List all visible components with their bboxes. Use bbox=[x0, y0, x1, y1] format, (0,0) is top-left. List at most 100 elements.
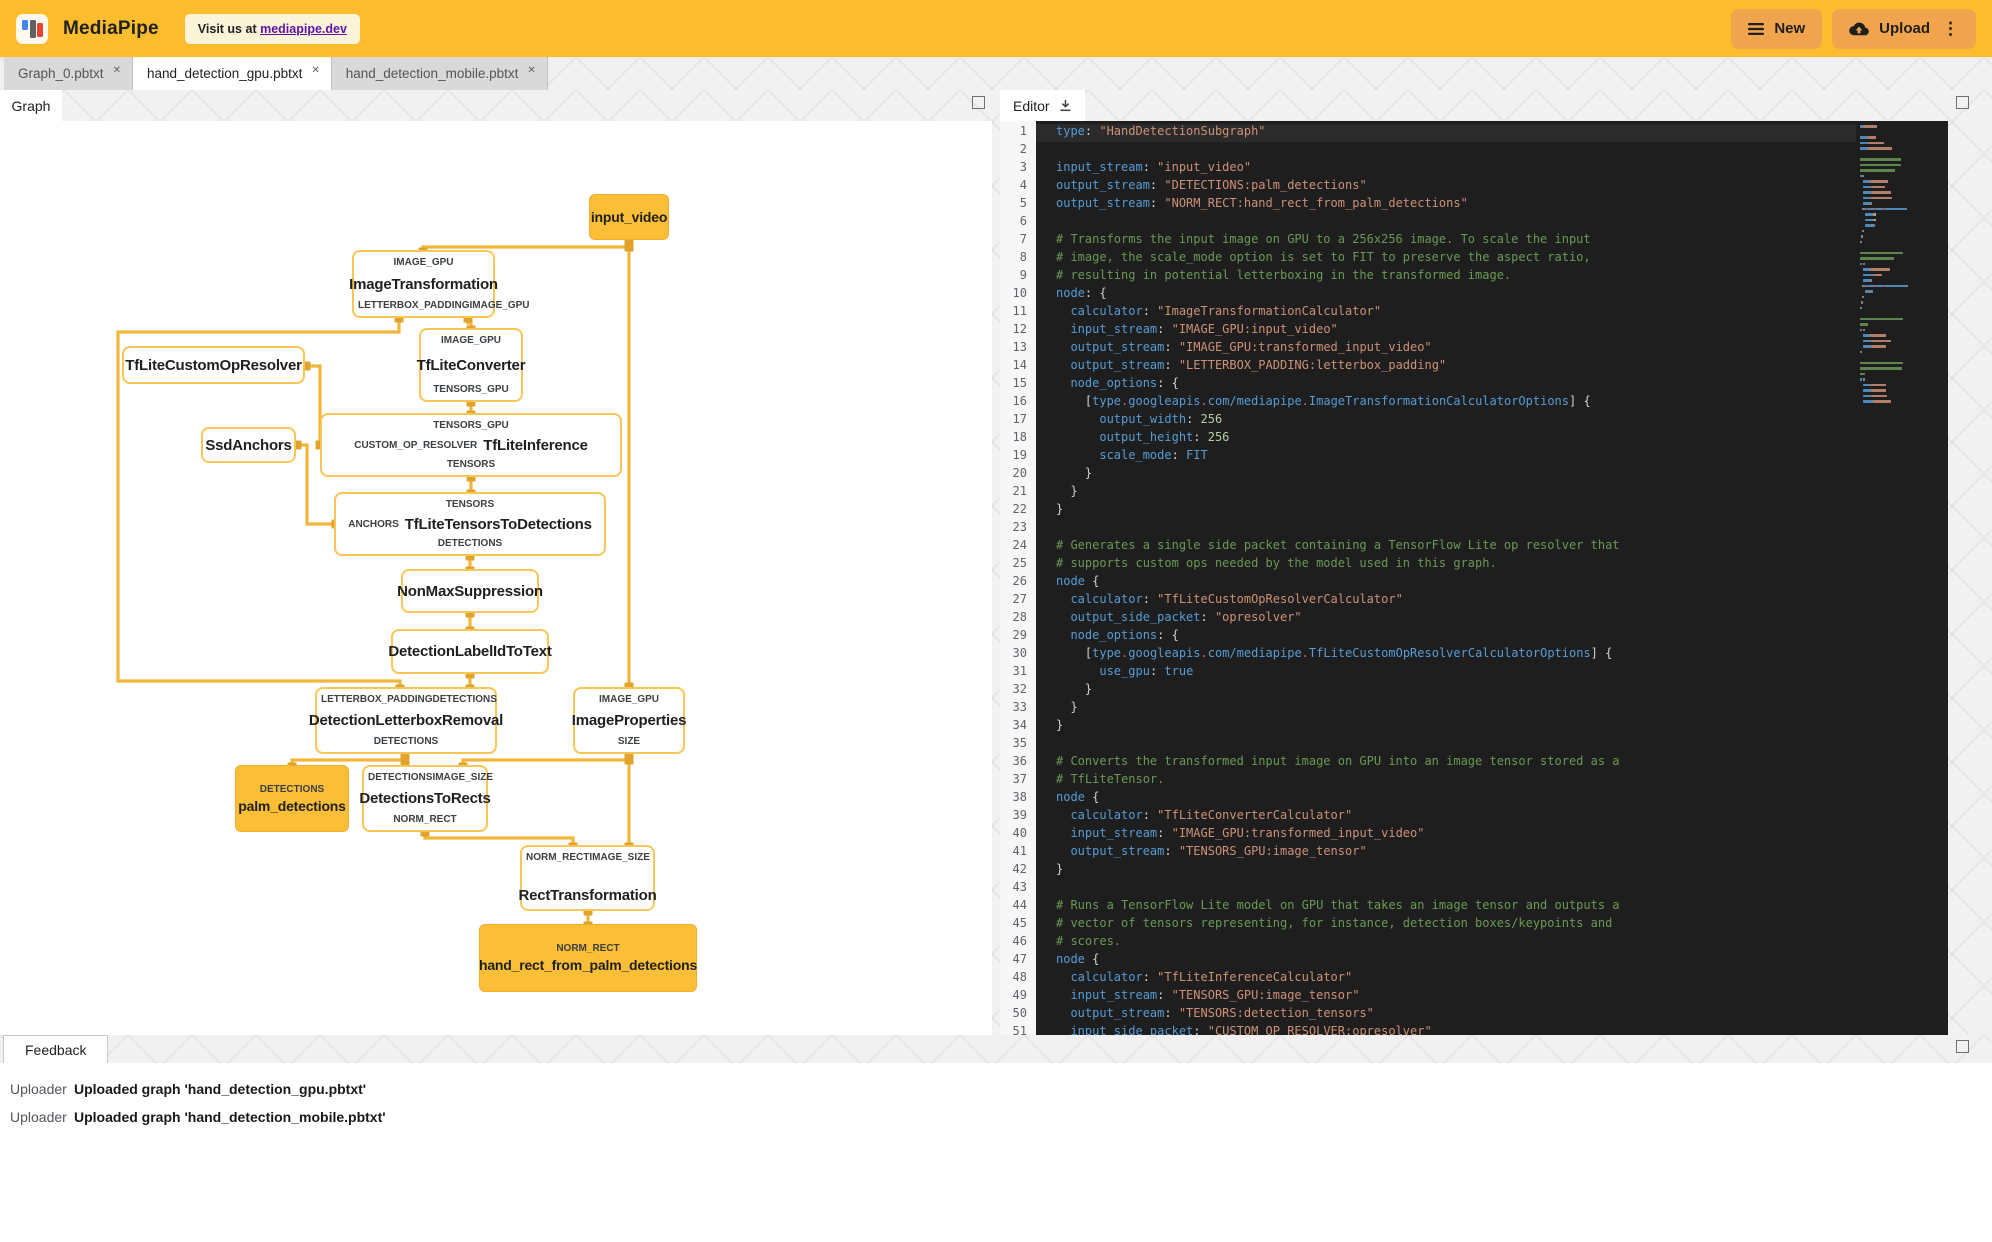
code-token: ] { bbox=[1590, 646, 1613, 660]
graph-node-ImageProperties[interactable]: IMAGE_GPU ImageProperties SIZE bbox=[571, 687, 687, 754]
graph-node-hand_rect_from_palm_detections[interactable]: NORM_RECT hand_rect_from_palm_detections bbox=[479, 924, 697, 992]
graph-tab-label: Graph bbox=[11, 97, 51, 114]
minimap-mark bbox=[1874, 213, 1876, 216]
code-token: "IMAGE_GPU:transformed_input_video" bbox=[1171, 826, 1425, 840]
node-title: SsdAnchors bbox=[205, 436, 292, 454]
graph-node-TfLiteTensorsToDetections[interactable]: TENSORS ANCHORS TfLiteTensorsToDetections D… bbox=[334, 492, 606, 556]
graph-node-RectTransformation[interactable]: NORM_RECT IMAGE_SIZE RectTransformation bbox=[518, 845, 657, 911]
node-title-row: NonMaxSuppression bbox=[397, 583, 543, 600]
tab-close-icon[interactable]: ✕ bbox=[113, 65, 121, 76]
minimap-mark bbox=[1861, 235, 1863, 238]
minimap-mark bbox=[1862, 295, 1864, 298]
download-icon[interactable] bbox=[1059, 99, 1072, 112]
code-line: output_stream: "TENSORS_GPU:image_tensor… bbox=[1056, 844, 1948, 862]
top-ports: TENSORS bbox=[340, 499, 600, 510]
minimap-mark bbox=[1870, 202, 1872, 205]
code-line: # resulting in potential letterboxing in… bbox=[1056, 268, 1948, 286]
line-number: 37 bbox=[1012, 772, 1027, 786]
feedback-maximize-icon[interactable] bbox=[1956, 1040, 1969, 1053]
code-line: # TfLiteTensor. bbox=[1056, 772, 1948, 790]
tab-feedback[interactable]: Feedback bbox=[3, 1035, 109, 1063]
graph-canvas[interactable]: input_video IMAGE_GPU ImageTransformation L… bbox=[0, 121, 992, 1035]
line-number: 6 bbox=[1019, 214, 1027, 228]
graph-maximize-icon[interactable] bbox=[972, 96, 985, 109]
minimap-mark bbox=[1863, 185, 1870, 188]
minimap-mark bbox=[1871, 268, 1890, 271]
upload-button-label: Upload bbox=[1879, 20, 1930, 37]
code-token: type bbox=[1092, 394, 1122, 408]
port-label: TENSORS bbox=[445, 499, 495, 510]
code-line: use_gpu: true bbox=[1056, 664, 1948, 682]
node-title: ImageTransformation bbox=[349, 275, 498, 293]
code-line: output_side_packet: "opresolver" bbox=[1056, 610, 1948, 628]
graph-node-TfLiteCustomOpResolver[interactable]: TfLiteCustomOpResolver bbox=[122, 346, 305, 384]
node-title: NonMaxSuppression bbox=[397, 582, 543, 600]
node-title-row: TfLiteConverter bbox=[417, 357, 526, 374]
line-number: 40 bbox=[1012, 826, 1027, 840]
line-number: 4 bbox=[1019, 178, 1027, 192]
minimap-mark bbox=[1863, 378, 1865, 381]
graph-node-DetectionsToRects[interactable]: DETECTIONS IMAGE_SIZE DetectionsToRects NOR… bbox=[359, 765, 493, 832]
more-options-icon[interactable]: ⋮ bbox=[1942, 20, 1959, 37]
node-title: ImageProperties bbox=[571, 712, 687, 729]
minimap-mark bbox=[1872, 389, 1886, 392]
file-tab-Graph_0.pbtxt[interactable]: Graph_0.pbtxt ✕ bbox=[4, 57, 133, 90]
line-number: 51 bbox=[1012, 1024, 1027, 1035]
code-content[interactable]: type: "HandDetectionSubgraph" input_strea… bbox=[1036, 121, 1948, 1035]
graph-node-NonMaxSuppression[interactable]: NonMaxSuppression bbox=[397, 569, 543, 613]
editor-maximize-icon[interactable] bbox=[1956, 96, 1969, 109]
port-label: NORM_RECT bbox=[526, 852, 590, 863]
code-token: type bbox=[1092, 646, 1122, 660]
graph-node-TfLiteInference[interactable]: TENSORS_GPU CUSTOM_OP_RESOLVER TfLiteInfer… bbox=[320, 413, 622, 477]
code-token: : bbox=[1157, 988, 1172, 1002]
code-token: { bbox=[1084, 574, 1100, 588]
port-label: IMAGE_GPU bbox=[440, 335, 501, 346]
line-number: 8 bbox=[1019, 250, 1027, 264]
tab-close-icon[interactable]: ✕ bbox=[311, 65, 319, 76]
code-line: output_stream: "DETECTIONS:palm_detectio… bbox=[1056, 178, 1948, 196]
graph-node-palm_detections[interactable]: DETECTIONS palm_detections bbox=[235, 765, 349, 832]
graph-node-ImageTransformation[interactable]: IMAGE_GPU ImageTransformation LETTERBOX_PA… bbox=[349, 250, 530, 318]
upload-button[interactable]: Upload ⋮ bbox=[1832, 8, 1976, 49]
line-number: 39 bbox=[1012, 808, 1027, 822]
minimap-mark bbox=[1860, 350, 1862, 353]
node-title: TfLiteConverter bbox=[416, 356, 526, 374]
cloud-upload-icon bbox=[1849, 22, 1869, 35]
code-token: . bbox=[1301, 646, 1309, 660]
mediapipe-dev-link[interactable]: mediapipe.dev bbox=[260, 22, 347, 36]
code-token: "LETTERBOX_PADDING:letterbox_padding" bbox=[1178, 358, 1447, 372]
graph-node-DetectionLetterboxRemoval[interactable]: LETTERBOX_PADDING DETECTIONS DetectionLett… bbox=[309, 687, 503, 754]
code-token: : bbox=[1149, 196, 1165, 210]
line-number: 20 bbox=[1012, 466, 1027, 480]
port-label: LETTERBOX_PADDING bbox=[321, 694, 433, 705]
code-token: "TfLiteConverterCalculator" bbox=[1157, 808, 1353, 822]
file-tab-hand_detection_gpu.pbtxt[interactable]: hand_detection_gpu.pbtxt ✕ bbox=[132, 57, 332, 90]
code-token: "CUSTOM_OP_RESOLVER:opresolver" bbox=[1207, 1024, 1432, 1035]
line-number: 24 bbox=[1012, 538, 1027, 552]
tab-graph[interactable]: Graph bbox=[0, 90, 62, 121]
code-token: "TfLiteInferenceCalculator" bbox=[1157, 970, 1353, 984]
new-button[interactable]: New bbox=[1731, 8, 1823, 49]
code-token: # scores. bbox=[1056, 934, 1122, 948]
code-token: : { bbox=[1084, 286, 1107, 300]
graph-node-SsdAnchors[interactable]: SsdAnchors bbox=[201, 427, 296, 463]
minimap-mark bbox=[1863, 345, 1870, 348]
code-token: } bbox=[1056, 502, 1064, 516]
editor-minimap[interactable] bbox=[1860, 124, 1940, 405]
code-token: calculator bbox=[1070, 592, 1143, 606]
minimap-mark bbox=[1863, 400, 1872, 403]
file-tab-hand_detection_mobile.pbtxt[interactable]: hand_detection_mobile.pbtxt ✕ bbox=[331, 57, 548, 90]
graph-node-input_video[interactable]: input_video bbox=[589, 194, 669, 240]
top-ports: DETECTIONS bbox=[240, 784, 344, 795]
minimap-mark bbox=[1860, 328, 1862, 331]
tab-close-icon[interactable]: ✕ bbox=[527, 65, 535, 76]
graph-node-DetectionLabelIdToText[interactable]: DetectionLabelIdToText bbox=[388, 629, 552, 674]
code-token: "IMAGE_GPU:transformed_input_video" bbox=[1178, 340, 1432, 354]
port-label: DETECTIONS bbox=[259, 783, 325, 795]
code-token: # image, the scale_mode option is set to… bbox=[1056, 250, 1591, 264]
code-editor[interactable]: 1 2 3 4 5 6 7 8 9 10 11 12 13 14 15 16 17 18 19 20 21 22 23 24 2… bbox=[1000, 121, 1948, 1035]
graph-node-TfLiteConverter[interactable]: IMAGE_GPU TfLiteConverter TENSORS_GPU bbox=[417, 328, 526, 402]
tab-editor[interactable]: Editor bbox=[1000, 90, 1085, 121]
minimap-mark bbox=[1860, 372, 1865, 375]
line-number: 49 bbox=[1012, 988, 1027, 1002]
